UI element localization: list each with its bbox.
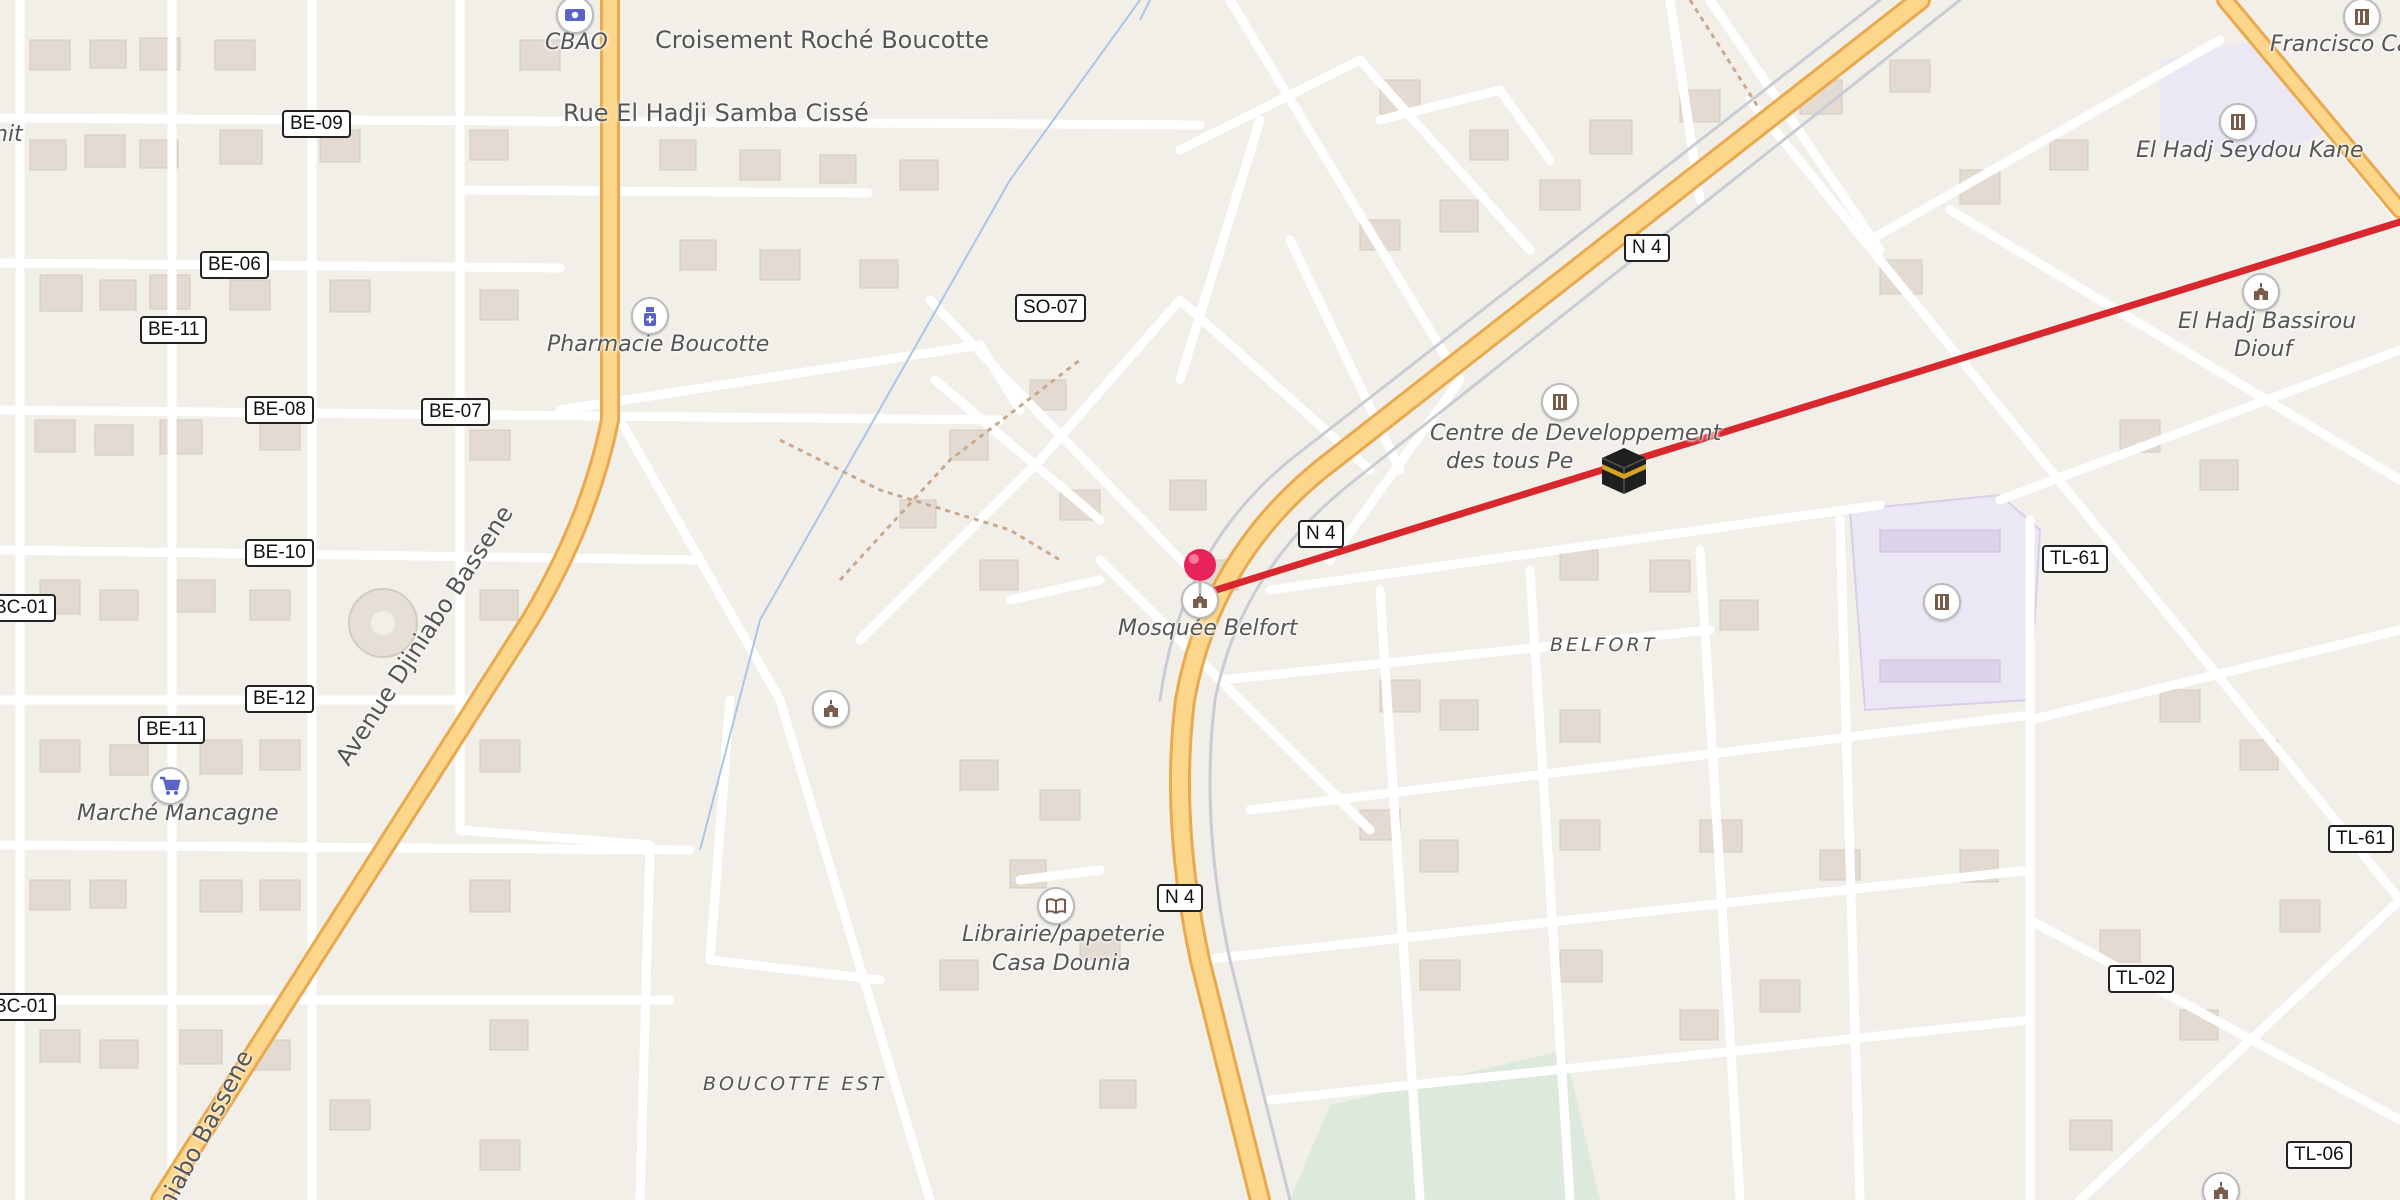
route-shield-be11: BE-11	[140, 316, 208, 344]
mosque-icon-bassirou[interactable]	[2242, 273, 2280, 311]
place-label-pharmacie: Pharmacie Boucotte	[547, 332, 770, 357]
route-shield-tl06: TL-06	[2286, 1141, 2352, 1169]
place-label-left-edge: nit	[0, 122, 23, 147]
route-shield-n4-middle: N 4	[1298, 520, 1344, 548]
map-view[interactable]: BE-09 BE-06 BE-11 BE-08 BE-07 BE-10 BC-0…	[0, 0, 2400, 1200]
route-shield-bc01: BC-01	[0, 594, 56, 622]
route-shield-be12: BE-12	[245, 685, 314, 713]
place-label-centre-line2: des tous Pe	[1446, 449, 1574, 474]
route-shield-tl02: TL-02	[2108, 965, 2174, 993]
neighborhood-label-belfort: BELFORT	[1550, 634, 1658, 656]
route-shield-be07: BE-07	[421, 398, 490, 426]
kaaba-icon[interactable]	[1596, 440, 1652, 496]
route-shield-tl61: TL-61	[2042, 545, 2108, 573]
shopping-cart-icon[interactable]	[151, 767, 189, 805]
mosque-icon-boucotte[interactable]	[812, 690, 850, 728]
route-shield-n4: N 4	[1624, 234, 1670, 262]
route-shield-n4-south: N 4	[1157, 884, 1203, 912]
book-icon[interactable]	[1037, 887, 1075, 925]
route-shield-be11-south: BE-11	[138, 716, 206, 744]
route-shield-be08: BE-08	[245, 396, 314, 424]
pharmacy-icon[interactable]	[631, 297, 669, 335]
place-label-bassirou-line2: Diouf	[2234, 337, 2293, 362]
place-label-centre-line1: Centre de Developpement	[1430, 421, 1722, 446]
route-shield-be06: BE-06	[200, 251, 269, 279]
place-label-marche: Marché Mancagne	[77, 801, 279, 826]
place-label-bassirou-line1: El Hadj Bassirou	[2178, 309, 2357, 334]
route-shield-bc01-south: BC-01	[0, 993, 56, 1021]
school-icon-seydou[interactable]	[2219, 103, 2257, 141]
location-pin-icon[interactable]	[1179, 546, 1221, 596]
street-label-croisement: Croisement Roché Boucotte	[655, 26, 990, 54]
neighborhood-label-boucotte-est: BOUCOTTE EST	[703, 1073, 887, 1095]
route-shield-be10: BE-10	[245, 539, 314, 567]
route-shield-tl61-east: TL-61	[2328, 825, 2394, 853]
place-label-francisco: Francisco Ca	[2270, 32, 2400, 57]
place-label-librairie-line1: Librairie/papeterie	[962, 922, 1165, 947]
place-label-librairie-line2: Casa Dounia	[992, 951, 1131, 976]
school-icon-centre[interactable]	[1541, 383, 1579, 421]
route-shield-be09: BE-09	[282, 110, 351, 138]
place-label-mosquee: Mosquée Belfort	[1118, 616, 1298, 641]
place-label-seydou: El Hadj Seydou Kane	[2136, 138, 2364, 163]
school-icon-belfort[interactable]	[1923, 583, 1961, 621]
street-label-rue-samba: Rue El Hadji Samba Cissé	[563, 99, 869, 127]
route-shield-so07: SO-07	[1015, 294, 1086, 322]
